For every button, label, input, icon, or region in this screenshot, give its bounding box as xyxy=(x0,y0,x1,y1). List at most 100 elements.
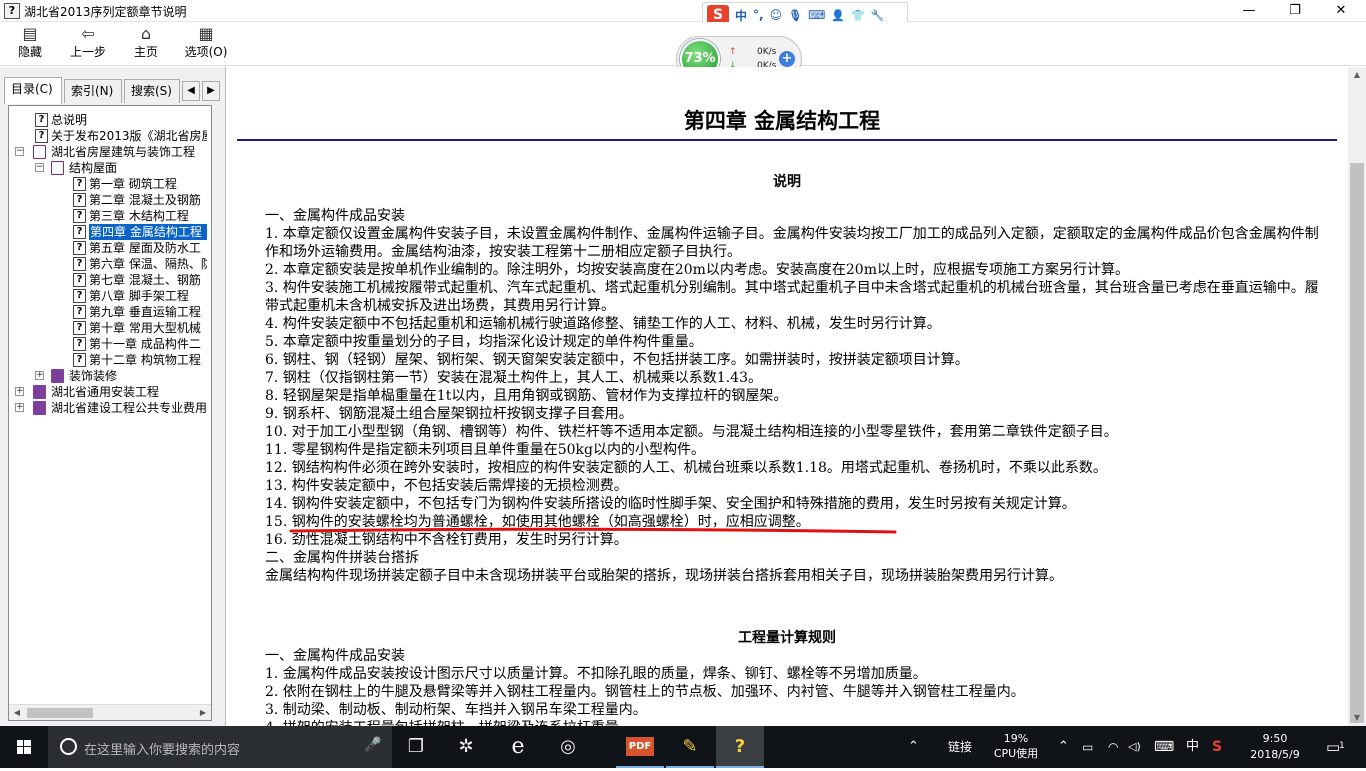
keyboard-icon[interactable]: ⌨ xyxy=(1154,726,1174,768)
shirt-icon[interactable]: 👕 xyxy=(851,9,865,22)
scroll-left-icon[interactable]: ◀ xyxy=(9,705,25,720)
title-bar: ? 湖北省2013序列定额章节说明 — ❐ ✕ xyxy=(0,0,1366,22)
help-page-icon: ? xyxy=(73,273,86,287)
open-book-icon xyxy=(33,145,46,159)
volume-icon[interactable]: ◁) xyxy=(1128,726,1141,768)
tree-item-structure-roof[interactable]: − 结构屋面 xyxy=(9,160,205,176)
cpu-label: CPU使用 xyxy=(993,747,1039,760)
nav-tabs: 目录(C) 索引(N) 搜索(S) ◀ ▶ xyxy=(4,77,222,104)
clock-time: 9:50 xyxy=(1262,732,1288,745)
tree-item-chapter-7[interactable]: ? 第七章 混凝土、钢筋 xyxy=(9,272,205,288)
document-vertical-scrollbar[interactable]: ▲ ▼ xyxy=(1348,67,1366,726)
battery-icon[interactable]: ▭ xyxy=(1082,726,1093,768)
tree-item-chapter-3[interactable]: ? 第三章 木结构工程 xyxy=(9,208,205,224)
smile-icon[interactable]: ☺ xyxy=(770,8,783,22)
rule-paragraph: 4. 拼架的安装工程量包括拼架柱、拼架梁及连系拉杆重量。 xyxy=(265,719,1325,726)
tree-item-chapter-2[interactable]: ? 第二章 混凝土及钢筋 xyxy=(9,192,205,208)
tree-item-label: 第一章 砌筑工程 xyxy=(89,177,177,191)
tree-item-chapter-6[interactable]: ? 第六章 保温、隔热、防 xyxy=(9,256,207,272)
tab-index[interactable]: 索引(N) xyxy=(64,79,122,103)
maximize-button[interactable]: ❐ xyxy=(1272,0,1318,22)
network-icon[interactable]: ◠ xyxy=(1108,726,1118,768)
tree-item-general[interactable]: ? 总说明 xyxy=(9,112,205,128)
tree-item-chapter-12[interactable]: ? 第十二章 构筑物工程 xyxy=(9,352,205,368)
help-app-taskbar-icon[interactable]: ? xyxy=(716,726,764,768)
tree-item-public-fees[interactable]: + 湖北省建设工程公共专业费用 xyxy=(9,400,207,416)
tree-horizontal-scrollbar[interactable]: ◀ ▶ xyxy=(9,704,211,720)
close-button[interactable]: ✕ xyxy=(1318,0,1364,22)
c-app-icon[interactable]: ◎ xyxy=(544,726,592,768)
task-view-icon[interactable]: ❐ xyxy=(392,726,440,768)
home-button[interactable]: ⌂ 主页 xyxy=(118,24,174,64)
explain-paragraph: 11. 零星钢构件是指定额未列项目且单件重量在50kg以内的小型构件。 xyxy=(265,442,705,458)
ime-language-indicator[interactable]: 中 xyxy=(1186,726,1199,768)
scrollbar-thumb[interactable] xyxy=(27,708,93,718)
expand-icon[interactable]: + xyxy=(15,387,24,396)
minimize-button[interactable]: — xyxy=(1226,0,1272,22)
notes-app-icon[interactable]: ✎ xyxy=(666,726,714,768)
tree-item-chapter-5[interactable]: ? 第五章 屋面及防水工 xyxy=(9,240,205,256)
tab-search[interactable]: 搜索(S) xyxy=(124,79,180,103)
cpu-percent: 19% xyxy=(1003,732,1029,745)
microphone-icon[interactable]: 🎤 xyxy=(364,737,381,753)
tree-item-chapter-1[interactable]: ? 第一章 砌筑工程 xyxy=(9,176,205,192)
fan-app-icon[interactable]: ✲ xyxy=(442,726,490,768)
tree-item-decoration[interactable]: + 装饰装修 xyxy=(9,368,205,384)
tray-expand-icon[interactable]: ⌃ xyxy=(1058,726,1069,768)
edge-browser-icon[interactable]: e xyxy=(494,726,542,768)
mic-icon[interactable]: 🎙 xyxy=(788,9,802,22)
scroll-up-icon[interactable]: ▲ xyxy=(1348,67,1366,83)
collapse-icon[interactable]: − xyxy=(35,163,44,172)
accelerate-plus-icon[interactable]: + xyxy=(779,51,795,67)
help-page-icon: ? xyxy=(73,305,86,319)
tree-item-chapter-4-selected[interactable]: ? 第四章 金属结构工程 xyxy=(9,224,207,240)
scroll-right-icon[interactable]: ▶ xyxy=(195,705,211,720)
pdf-label: PDF xyxy=(625,737,655,756)
ime-language-toggle[interactable]: 中 xyxy=(735,7,747,24)
tree-item-notice[interactable]: ? 关于发布2013版《湖北省房屋 xyxy=(9,128,207,144)
explain-heading: 说明 xyxy=(773,174,801,190)
keyboard-icon[interactable]: ⌨ xyxy=(808,8,825,22)
tree-item-building-decoration[interactable]: − 湖北省房屋建筑与装饰工程 xyxy=(9,144,205,160)
options-button[interactable]: ▦ 选项(O) xyxy=(178,24,234,64)
contents-tree[interactable]: ? 总说明 ? 关于发布2013版《湖北省房屋 − 湖北省房屋建筑与装饰工程 −… xyxy=(8,105,212,721)
help-page-icon: ? xyxy=(73,209,86,223)
tree-item-chapter-11[interactable]: ? 第十一章 成品构件二 xyxy=(9,336,205,352)
tree-item-chapter-9[interactable]: ? 第九章 垂直运输工程 xyxy=(9,304,205,320)
scrollbar-thumb[interactable] xyxy=(1350,163,1364,723)
sogou-tray-icon[interactable]: S xyxy=(1212,726,1222,768)
system-clock[interactable]: 9:50 2018/5/9 xyxy=(1240,731,1310,763)
explain-paragraph: 14. 钢构件安装定额中，不包括专门为钢构件安装所搭设的临时性脚手架、安全围护和… xyxy=(265,496,1076,512)
collapse-icon[interactable]: − xyxy=(15,147,24,156)
book-icon xyxy=(33,385,46,399)
document-view: 第四章 金属结构工程 说明 一、金属构件成品安装 1. 本章定额仅设置金属构件安装… xyxy=(227,67,1348,726)
tree-item-installation[interactable]: + 湖北省通用安装工程 xyxy=(9,384,205,400)
wrench-icon[interactable]: 🔧 xyxy=(871,9,885,22)
tree-item-chapter-8[interactable]: ? 第八章 脚手架工程 xyxy=(9,288,205,304)
tab-contents[interactable]: 目录(C) xyxy=(4,77,62,104)
pdf-app-icon[interactable]: PDF xyxy=(616,726,664,768)
window-title: 湖北省2013序列定额章节说明 xyxy=(24,5,187,19)
scroll-down-icon[interactable]: ▼ xyxy=(1348,710,1366,726)
ime-punct-toggle[interactable]: °, xyxy=(753,8,764,22)
tab-scroll-left-icon[interactable]: ◀ xyxy=(182,81,200,101)
search-placeholder: 在这里输入你要搜索的内容 xyxy=(84,743,241,758)
link-toolbar-label[interactable]: 链接 xyxy=(948,726,972,768)
notification-center-icon[interactable]: ▭ 1 xyxy=(1326,726,1351,768)
user-icon[interactable]: 👤 xyxy=(831,9,845,22)
back-button[interactable]: ⇦ 上一步 xyxy=(60,24,116,64)
expand-icon[interactable]: + xyxy=(35,371,44,380)
back-arrow-icon: ⇦ xyxy=(81,24,95,43)
tree-item-chapter-10[interactable]: ? 第十章 常用大型机械 xyxy=(9,320,205,336)
tree-item-label: 第六章 保温、隔热、防 xyxy=(89,257,207,271)
tray-up-chevron-icon[interactable]: ⌃ xyxy=(908,726,919,768)
explain-paragraph: 2. 本章定额安装是按单机作业编制的。除注明外，均按安装高度在20m以内考虑。安… xyxy=(265,262,1129,278)
expand-icon[interactable]: + xyxy=(15,403,24,412)
tab-scroll-right-icon[interactable]: ▶ xyxy=(202,81,220,101)
title-divider xyxy=(237,139,1337,141)
start-button[interactable] xyxy=(0,726,48,768)
hide-button[interactable]: ▤ 隐藏 xyxy=(2,24,58,64)
cpu-usage[interactable]: 19% CPU使用 xyxy=(988,731,1044,761)
taskbar-search-box[interactable]: 在这里输入你要搜索的内容 🎤 xyxy=(48,726,392,768)
explain-paragraph: 7. 钢柱（仅指钢柱第一节）安装在混凝土构件上，其人工、机械乘以系数1.43。 xyxy=(265,370,762,386)
